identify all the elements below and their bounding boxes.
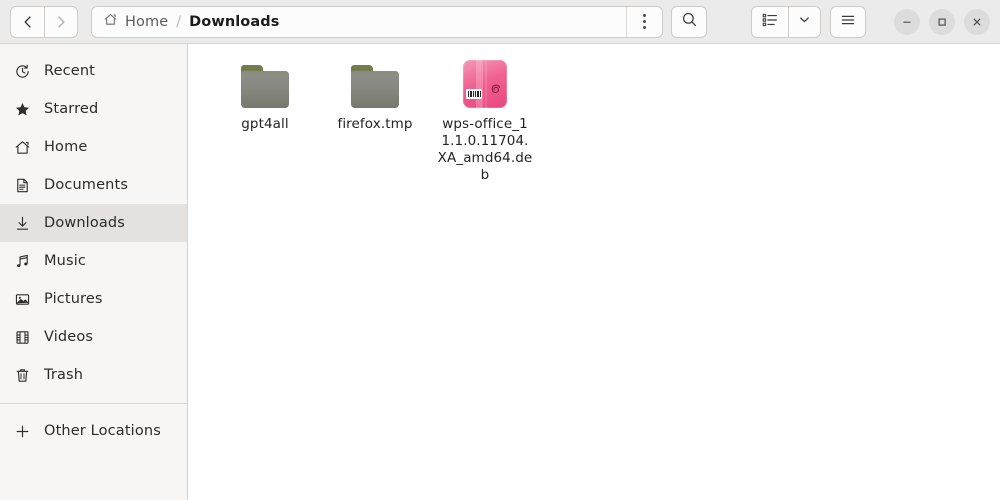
sidebar-label-music: Music — [44, 253, 87, 269]
breadcrumb-item-downloads[interactable]: Downloads — [189, 7, 279, 37]
sidebar-label-starred: Starred — [44, 101, 99, 117]
breadcrumb-item-home[interactable]: Home — [103, 7, 168, 37]
sidebar-label-recent: Recent — [44, 63, 96, 79]
path-bar: Home / Downloads — [91, 5, 663, 38]
sidebar-item-videos[interactable]: Videos — [0, 318, 187, 356]
window-body: Recent Starred Home Documents Downloads … — [0, 44, 1000, 500]
sidebar-item-trash[interactable]: Trash — [0, 356, 187, 394]
breadcrumb-label-home: Home — [125, 13, 169, 30]
sidebar-label-other-locations: Other Locations — [44, 423, 161, 439]
vertical-ellipsis-icon — [643, 14, 646, 29]
home-icon — [14, 139, 31, 156]
deb-package-icon — [459, 56, 511, 108]
back-button[interactable]: Back — [10, 5, 44, 38]
search-button[interactable] — [671, 5, 707, 38]
chevron-down-icon — [797, 12, 812, 31]
file-label: gpt4all — [241, 116, 289, 132]
download-icon — [14, 215, 31, 232]
file-label: wps-office_11.1.0.11704.XA_amd64.deb — [437, 116, 533, 183]
home-icon — [103, 12, 118, 31]
folder-icon — [239, 56, 291, 108]
breadcrumb-separator: / — [176, 13, 182, 30]
sidebar-label-documents: Documents — [44, 177, 129, 193]
music-note-icon — [14, 253, 31, 270]
path-menu-button[interactable] — [626, 6, 662, 37]
sidebar: Recent Starred Home Documents Downloads … — [0, 44, 188, 500]
close-button[interactable] — [964, 8, 990, 35]
breadcrumb-label-downloads: Downloads — [189, 13, 280, 30]
view-list-button[interactable] — [751, 5, 788, 38]
sidebar-item-recent[interactable]: Recent — [0, 52, 187, 90]
minimize-button[interactable] — [894, 8, 920, 35]
debian-swirl-icon — [489, 83, 503, 102]
files-window: Back Forward — [0, 0, 1000, 500]
barcode-icon — [466, 89, 482, 99]
sidebar-label-pictures: Pictures — [44, 291, 103, 307]
file-item-wps-office-deb[interactable]: wps-office_11.1.0.11704.XA_amd64.deb — [430, 52, 540, 184]
navigation-buttons: Back Forward — [10, 5, 78, 38]
search-icon — [681, 11, 698, 32]
document-icon — [14, 177, 31, 194]
trash-icon — [14, 367, 31, 384]
forward-button[interactable]: Forward — [44, 5, 78, 38]
sidebar-item-pictures[interactable]: Pictures — [0, 280, 187, 318]
film-icon — [14, 329, 31, 346]
sidebar-label-home: Home — [44, 139, 88, 155]
sidebar-label-downloads: Downloads — [44, 215, 125, 231]
header-bar: Back Forward — [0, 0, 1000, 44]
sidebar-item-home[interactable]: Home — [0, 128, 187, 166]
icon-grid: gpt4all firefox.tmp wps-office_11.1.0.11… — [188, 44, 1000, 184]
file-item-firefox-tmp[interactable]: firefox.tmp — [320, 52, 430, 184]
maximize-button[interactable] — [929, 8, 955, 35]
hamburger-menu-icon — [839, 11, 857, 33]
file-view[interactable]: gpt4all firefox.tmp wps-office_11.1.0.11… — [188, 44, 1000, 500]
sidebar-item-downloads[interactable]: Downloads — [0, 204, 187, 242]
main-menu-button[interactable] — [830, 5, 866, 38]
sidebar-label-trash: Trash — [44, 367, 84, 383]
sidebar-item-music[interactable]: Music — [0, 242, 187, 280]
breadcrumb: Home / Downloads — [92, 7, 626, 37]
window-controls — [894, 8, 990, 35]
sidebar-item-starred[interactable]: Starred — [0, 90, 187, 128]
star-icon — [14, 101, 31, 118]
plus-icon — [14, 423, 31, 440]
sidebar-item-documents[interactable]: Documents — [0, 166, 187, 204]
view-controls — [751, 5, 821, 38]
view-dropdown-button[interactable] — [788, 5, 821, 38]
file-label: firefox.tmp — [337, 116, 413, 132]
folder-icon — [349, 56, 401, 108]
clock-icon — [14, 63, 31, 80]
sidebar-separator — [0, 403, 187, 404]
image-icon — [14, 291, 31, 308]
list-view-icon — [761, 11, 779, 33]
sidebar-label-videos: Videos — [44, 329, 94, 345]
sidebar-item-other-locations[interactable]: Other Locations — [0, 412, 187, 450]
file-item-gpt4all[interactable]: gpt4all — [210, 52, 320, 184]
